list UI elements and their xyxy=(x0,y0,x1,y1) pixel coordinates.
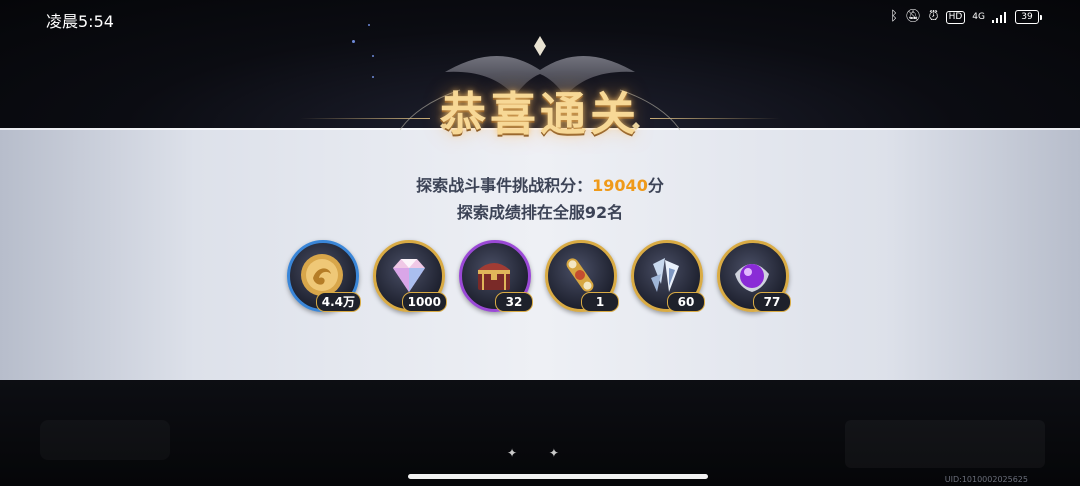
reward-count: 60 xyxy=(667,292,705,312)
reward-item-crystal-shard[interactable]: 60 xyxy=(631,240,705,312)
title-emblem: 恭喜通关 xyxy=(340,30,740,141)
score-line: 探索战斗事件挑战积分：19040分 xyxy=(0,172,1080,196)
mute-icon: 🔕︎ xyxy=(904,9,922,24)
score-label: 探索战斗事件挑战积分： xyxy=(416,176,593,195)
rank-text: 探索成绩排在全服92名 xyxy=(456,203,624,222)
uid-label: UID:1010002025625 xyxy=(944,475,1028,484)
dimmed-right-button xyxy=(845,420,1045,468)
reward-count: 1 xyxy=(581,292,619,312)
reward-item-gold-coin[interactable]: 4.4万 xyxy=(287,240,361,312)
reward-item-golden-amulet[interactable]: 1 xyxy=(545,240,619,312)
level-clear-title: 恭喜通关 xyxy=(440,87,640,141)
bluetooth-icon: ᛒ xyxy=(890,9,898,24)
reward-item-diamond[interactable]: 1000 xyxy=(373,240,447,312)
page-indicator: ✦ ✦ xyxy=(507,446,573,460)
status-bar: 凌晨5:54 ᛒ 🔕︎ ⏰︎ HD 4G 39 xyxy=(0,0,1080,34)
reward-item-treasure-chest[interactable]: 32 xyxy=(459,240,533,312)
hd-icon: HD xyxy=(945,10,966,24)
alarm-icon: ⏰︎ xyxy=(928,9,939,24)
score-unit: 分 xyxy=(647,176,664,195)
home-indicator[interactable] xyxy=(408,474,708,479)
signal-icon xyxy=(992,12,1006,23)
battery-level: 39 xyxy=(1015,10,1039,24)
score-value: 19040 xyxy=(592,176,648,195)
reward-count: 32 xyxy=(495,292,533,312)
reward-count: 1000 xyxy=(401,292,447,312)
reward-item-purple-orb[interactable]: 77 xyxy=(717,240,791,312)
reward-count: 4.4万 xyxy=(315,292,361,312)
battery-icon: 39 xyxy=(1015,10,1042,24)
result-banner xyxy=(0,128,1080,380)
status-time: 凌晨5:54 xyxy=(46,12,114,31)
network-type: 4G xyxy=(972,12,985,22)
status-icons: ᛒ 🔕︎ ⏰︎ HD 4G 39 xyxy=(890,9,1042,25)
reward-count: 77 xyxy=(753,292,791,312)
